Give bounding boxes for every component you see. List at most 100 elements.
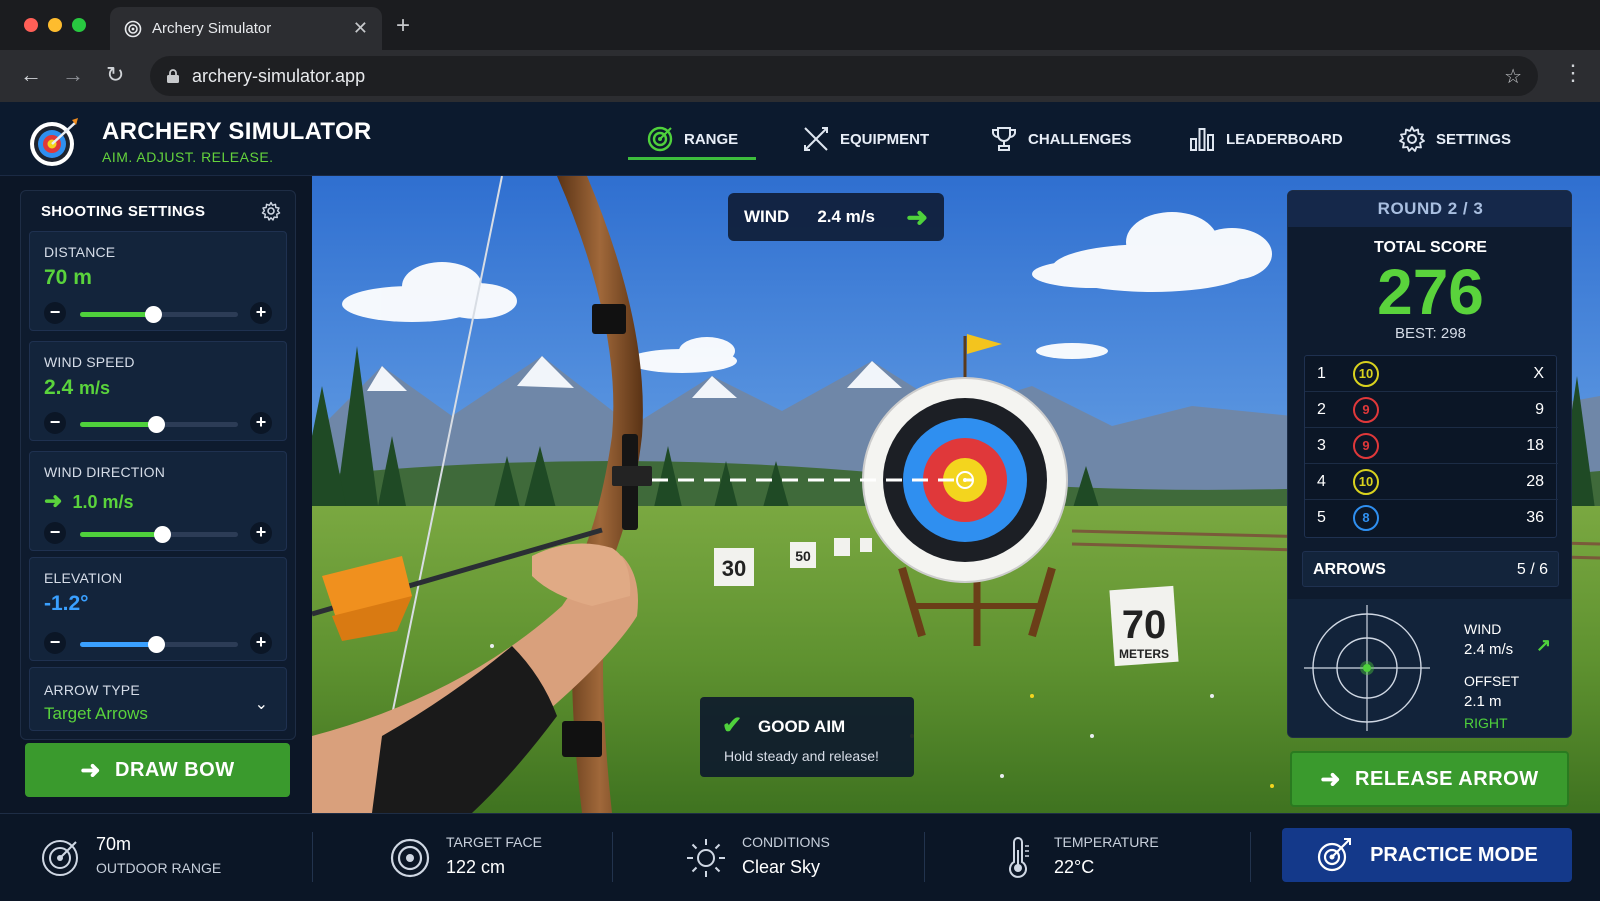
- end-scores-table: 1 10 X 2 9 9 3 9 18 4 10 28 5 8 36: [1304, 355, 1558, 538]
- elevation-increase-button[interactable]: +: [250, 632, 272, 654]
- wind-speed-label: WIND SPEED: [44, 354, 135, 370]
- nav-challenges[interactable]: CHALLENGES: [990, 102, 1131, 176]
- aim-feedback-title: GOOD AIM: [758, 717, 846, 736]
- range-info: 70m OUTDOOR RANGE: [38, 814, 278, 901]
- conditions-value: Clear Sky: [742, 857, 821, 877]
- elevation-slider-handle[interactable]: [147, 636, 165, 653]
- arrow-type-select[interactable]: ARROW TYPE Target Arrows ⌄: [29, 667, 287, 731]
- footer-divider: [612, 832, 613, 882]
- wind-speed-slider[interactable]: [80, 416, 238, 433]
- score-badge: 10: [1353, 361, 1379, 387]
- minimize-window-button[interactable]: [48, 18, 62, 32]
- footer-divider: [1250, 832, 1251, 882]
- cumulative-score: 9: [1535, 401, 1544, 418]
- range-type: OUTDOOR RANGE: [96, 860, 222, 876]
- end-row: 4 10 28: [1305, 464, 1558, 500]
- cumulative-score: X: [1533, 365, 1544, 382]
- shooting-settings-panel: SHOOTING SETTINGS DISTANCE 70 m − + WIND…: [20, 190, 296, 740]
- elevation-decrease-button[interactable]: −: [44, 632, 66, 654]
- address-bar[interactable]: archery-simulator.app ☆: [150, 56, 1538, 96]
- nav-challenges-label: CHALLENGES: [1028, 130, 1132, 148]
- cumulative-score: 28: [1526, 473, 1544, 490]
- browser-toolbar: ← → ↻ archery-simulator.app ☆ ⋮: [0, 50, 1600, 102]
- wind-speed-slider-fill: [80, 422, 156, 427]
- wind-direction-arrow-icon: ➜: [44, 488, 63, 513]
- reload-icon[interactable]: ↻: [106, 62, 124, 88]
- offset-value: 2.1 m: [1464, 693, 1502, 710]
- wind-direction-slider[interactable]: [80, 526, 238, 543]
- distance-marker-50: 50: [790, 542, 816, 568]
- range-distance: 70m: [96, 834, 132, 854]
- nav-settings-label: SETTINGS: [1436, 130, 1512, 148]
- wind-direction-slider-handle[interactable]: [154, 526, 172, 543]
- browser-tab[interactable]: Archery Simulator ✕: [110, 7, 382, 50]
- distance-card: DISTANCE 70 m − +: [29, 231, 287, 331]
- nav-settings[interactable]: SETTINGS: [1398, 102, 1511, 176]
- browser-menu-icon[interactable]: ⋮: [1562, 60, 1584, 86]
- target-face-icon: [390, 838, 430, 878]
- app-title: ARCHERY SIMULATOR: [102, 118, 372, 145]
- target-face-label: TARGET FACE: [446, 834, 542, 850]
- release-arrow-button[interactable]: ➜ RELEASE ARROW: [1290, 751, 1569, 807]
- elevation-value: -1.2°: [44, 592, 89, 615]
- draw-bow-button[interactable]: ➜ DRAW BOW: [25, 743, 290, 797]
- score-badge: 9: [1353, 397, 1379, 423]
- target-icon: [647, 126, 673, 152]
- close-window-button[interactable]: [24, 18, 38, 32]
- distance-label: DISTANCE: [44, 244, 116, 260]
- footer-divider: [312, 832, 313, 882]
- checkmark-icon: ✔: [722, 712, 743, 739]
- temperature-label: TEMPERATURE: [1054, 834, 1159, 850]
- settings-panel-title: SHOOTING SETTINGS: [41, 203, 206, 220]
- wind-direction-increase-button[interactable]: +: [250, 522, 272, 544]
- target-favicon-icon: [124, 20, 142, 37]
- gear-icon: [1399, 126, 1425, 152]
- distance-slider-handle[interactable]: [144, 306, 162, 323]
- nav-leaderboard[interactable]: LEADERBOARD: [1188, 102, 1343, 176]
- conditions-label: CONDITIONS: [742, 834, 830, 850]
- wind-indicator: WIND 2.4 m/s ➜: [728, 193, 944, 241]
- distance-decrease-button[interactable]: −: [44, 302, 66, 324]
- end-number: 4: [1317, 473, 1326, 490]
- archery-logo-icon: [30, 118, 78, 166]
- bookmark-star-icon[interactable]: ☆: [1504, 64, 1522, 89]
- nav-range[interactable]: RANGE: [627, 102, 757, 176]
- forward-arrow-icon[interactable]: →: [62, 62, 84, 88]
- nav-equipment[interactable]: EQUIPMENT: [802, 102, 929, 176]
- wind-indicator-label: WIND: [744, 207, 790, 226]
- arrow-type-label: ARROW TYPE: [44, 682, 140, 698]
- maximize-window-button[interactable]: [72, 18, 86, 32]
- end-row: 5 8 36: [1305, 500, 1558, 536]
- round-indicator: ROUND 2 / 3: [1288, 191, 1571, 227]
- aim-wind-value: 2.4 m/s: [1464, 641, 1514, 658]
- offset-direction: RIGHT: [1464, 715, 1508, 731]
- wind-direction-decrease-button[interactable]: −: [44, 522, 66, 544]
- wind-speed-decrease-button[interactable]: −: [44, 412, 66, 434]
- back-arrow-icon[interactable]: ←: [20, 62, 42, 88]
- wind-direction-value: 1.0 m/s: [72, 492, 134, 512]
- wind-speed-increase-button[interactable]: +: [250, 412, 272, 434]
- distance-value: 70 m: [44, 266, 92, 289]
- score-badge: 9: [1353, 433, 1379, 459]
- best-score: BEST: 298: [1395, 325, 1466, 342]
- distance-increase-button[interactable]: +: [250, 302, 272, 324]
- wind-direction-slider-fill: [80, 532, 163, 537]
- close-tab-icon[interactable]: ✕: [353, 18, 368, 39]
- elevation-slider[interactable]: [80, 636, 238, 653]
- practice-mode-button[interactable]: PRACTICE MODE: [1282, 828, 1572, 882]
- distance-slider[interactable]: [80, 306, 238, 323]
- wind-speed-slider-handle[interactable]: [147, 416, 165, 433]
- end-number: 5: [1317, 509, 1326, 526]
- aim-feedback-toast: ✔ GOOD AIM Hold steady and release!: [700, 697, 914, 777]
- draw-bow-label: DRAW BOW: [115, 758, 235, 781]
- score-badge: 10: [1353, 469, 1379, 495]
- release-arrow-label: RELEASE ARROW: [1355, 767, 1539, 790]
- new-tab-button[interactable]: +: [396, 12, 410, 40]
- marker-30-text: 30: [722, 556, 746, 581]
- wind-speed-unit: m/s: [79, 378, 111, 398]
- sign-number-text: 70: [1122, 603, 1167, 647]
- bar-chart-icon: [1190, 128, 1214, 151]
- cumulative-score: 36: [1526, 509, 1544, 526]
- arrow-right-icon: ➜: [80, 756, 102, 784]
- settings-gear-icon[interactable]: [261, 201, 281, 221]
